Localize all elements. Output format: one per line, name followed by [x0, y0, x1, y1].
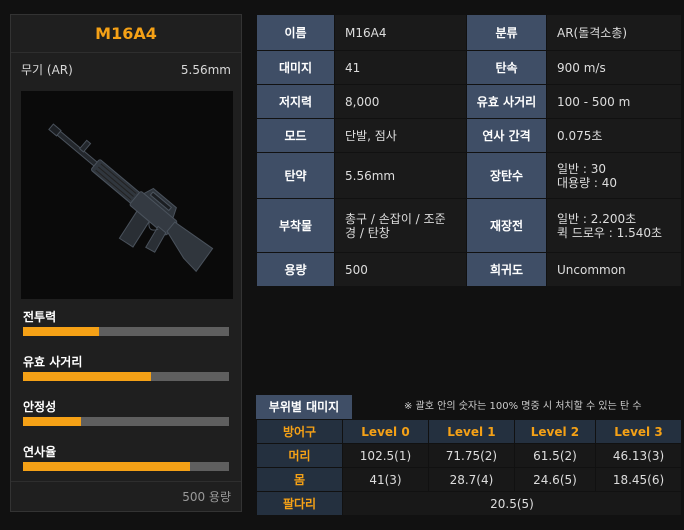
info-value: 일반 : 30 대용량 : 40 [546, 152, 682, 199]
info-value: 900 m/s [546, 50, 682, 85]
stat-label: 유효 사거리 [23, 355, 83, 369]
info-value: 41 [334, 50, 467, 85]
stat-label: 연사율 [23, 445, 57, 459]
damage-cell: 46.13(3) [595, 443, 682, 468]
table-header-row: 방어구 Level 0 Level 1 Level 2 Level 3 [256, 419, 682, 444]
stat-stability: 안정성 [23, 397, 229, 426]
info-value: 8,000 [334, 84, 467, 119]
rifle-illustration [48, 123, 214, 273]
table-row: 용량 500 희귀도 Uncommon [256, 252, 682, 287]
row-header: 팔다리 [256, 491, 343, 516]
damage-table: 방어구 Level 0 Level 1 Level 2 Level 3 머리 1… [256, 419, 682, 516]
info-value: M16A4 [334, 14, 467, 51]
stat-label: 전투력 [23, 310, 57, 324]
stat-fire-rate: 연사율 [23, 442, 229, 471]
damage-cell: 102.5(1) [342, 443, 429, 468]
damage-cell: 71.75(2) [427, 443, 515, 468]
stat-fill [23, 327, 100, 336]
info-value: 총구 / 손잡이 / 조준 경 / 탄창 [334, 198, 467, 253]
table-row: 모드 단발, 점사 연사 간격 0.075초 [256, 118, 682, 153]
table-row: 이름 M16A4 분류 AR(돌격소총) [256, 14, 682, 51]
table-row: 저지력 8,000 유효 사거리 100 - 500 m [256, 84, 682, 119]
stat-bar [23, 462, 229, 471]
info-label: 유효 사거리 [466, 84, 547, 119]
info-label: 연사 간격 [466, 118, 547, 153]
table-row: 탄약 5.56mm 장탄수 일반 : 30 대용량 : 40 [256, 152, 682, 199]
table-row: 머리 102.5(1) 71.75(2) 61.5(2) 46.13(3) [256, 443, 682, 468]
damage-cell: 41(3) [342, 467, 429, 492]
stat-combat-power: 전투력 [23, 307, 229, 336]
column-header: 방어구 [256, 419, 343, 444]
stat-label: 안정성 [23, 400, 57, 414]
info-label: 탄속 [466, 50, 547, 85]
info-label: 희귀도 [466, 252, 547, 287]
table-row: 팔다리 20.5(5) [256, 491, 682, 516]
damage-cell: 18.45(6) [595, 467, 682, 492]
column-header: Level 0 [342, 419, 429, 444]
stat-bar [23, 417, 229, 426]
info-label: 모드 [256, 118, 335, 153]
stat-effective-range: 유효 사거리 [23, 352, 229, 381]
weapon-image [21, 91, 233, 299]
reload-quick: 퀵 드로우 : 1.540초 [557, 225, 663, 240]
weapon-type: 무기 (AR) [21, 63, 73, 77]
info-label: 재장전 [466, 198, 547, 253]
capacity-footer: 500 용량 [11, 481, 241, 511]
info-value: AR(돌격소총) [546, 14, 682, 51]
stat-bar [23, 327, 229, 336]
weapon-subtitle: 무기 (AR) 5.56mm [11, 53, 241, 87]
info-label: 저지력 [256, 84, 335, 119]
info-label: 부착물 [256, 198, 335, 253]
attachments-line-1: 총구 / 손잡이 / 조준 [345, 211, 446, 226]
table-row: 부착물 총구 / 손잡이 / 조준 경 / 탄창 재장전 일반 : 2.200초… [256, 198, 682, 253]
table-row: 대미지 41 탄속 900 m/s [256, 50, 682, 85]
damage-cell: 24.6(5) [513, 467, 597, 492]
weapon-card: M16A4 무기 (AR) 5.56mm 전투력 유효 사거리 안정성 연사율 … [10, 14, 242, 512]
weapon-caliber: 5.56mm [180, 63, 231, 77]
table-row: 몸 41(3) 28.7(4) 24.6(5) 18.45(6) [256, 467, 682, 492]
info-label: 장탄수 [466, 152, 547, 199]
row-header: 몸 [256, 467, 343, 492]
info-label: 용량 [256, 252, 335, 287]
attachments-line-2: 경 / 탄창 [345, 225, 390, 240]
magazine-normal: 일반 : 30 [557, 161, 607, 176]
info-label: 대미지 [256, 50, 335, 85]
stat-fill [23, 462, 190, 471]
column-header: Level 1 [427, 419, 515, 444]
damage-cell-merged: 20.5(5) [342, 491, 682, 516]
info-label: 분류 [466, 14, 547, 51]
magazine-extended: 대용량 : 40 [557, 175, 618, 190]
reload-normal: 일반 : 2.200초 [557, 211, 637, 226]
info-label: 탄약 [256, 152, 335, 199]
damage-note: ※ 괄호 안의 숫자는 100% 명중 시 처치할 수 있는 탄 수 [404, 401, 642, 412]
weapon-info-table: 이름 M16A4 분류 AR(돌격소총) 대미지 41 탄속 900 m/s 저… [256, 14, 682, 287]
info-value: 0.075초 [546, 118, 682, 153]
info-value: 100 - 500 m [546, 84, 682, 119]
stat-bar [23, 372, 229, 381]
tab-damage-by-part[interactable]: 부위별 대미지 [256, 395, 352, 419]
column-header: Level 3 [595, 419, 682, 444]
info-value: 5.56mm [334, 152, 467, 199]
info-label: 이름 [256, 14, 335, 51]
column-header: Level 2 [513, 419, 597, 444]
info-value: Uncommon [546, 252, 682, 287]
row-header: 머리 [256, 443, 343, 468]
stat-fill [23, 372, 151, 381]
weapon-name: M16A4 [11, 15, 241, 53]
info-value: 일반 : 2.200초 퀵 드로우 : 1.540초 [546, 198, 682, 253]
damage-cell: 28.7(4) [427, 467, 515, 492]
info-value: 단발, 점사 [334, 118, 467, 153]
stat-fill [23, 417, 81, 426]
damage-cell: 61.5(2) [513, 443, 597, 468]
info-value: 500 [334, 252, 467, 287]
